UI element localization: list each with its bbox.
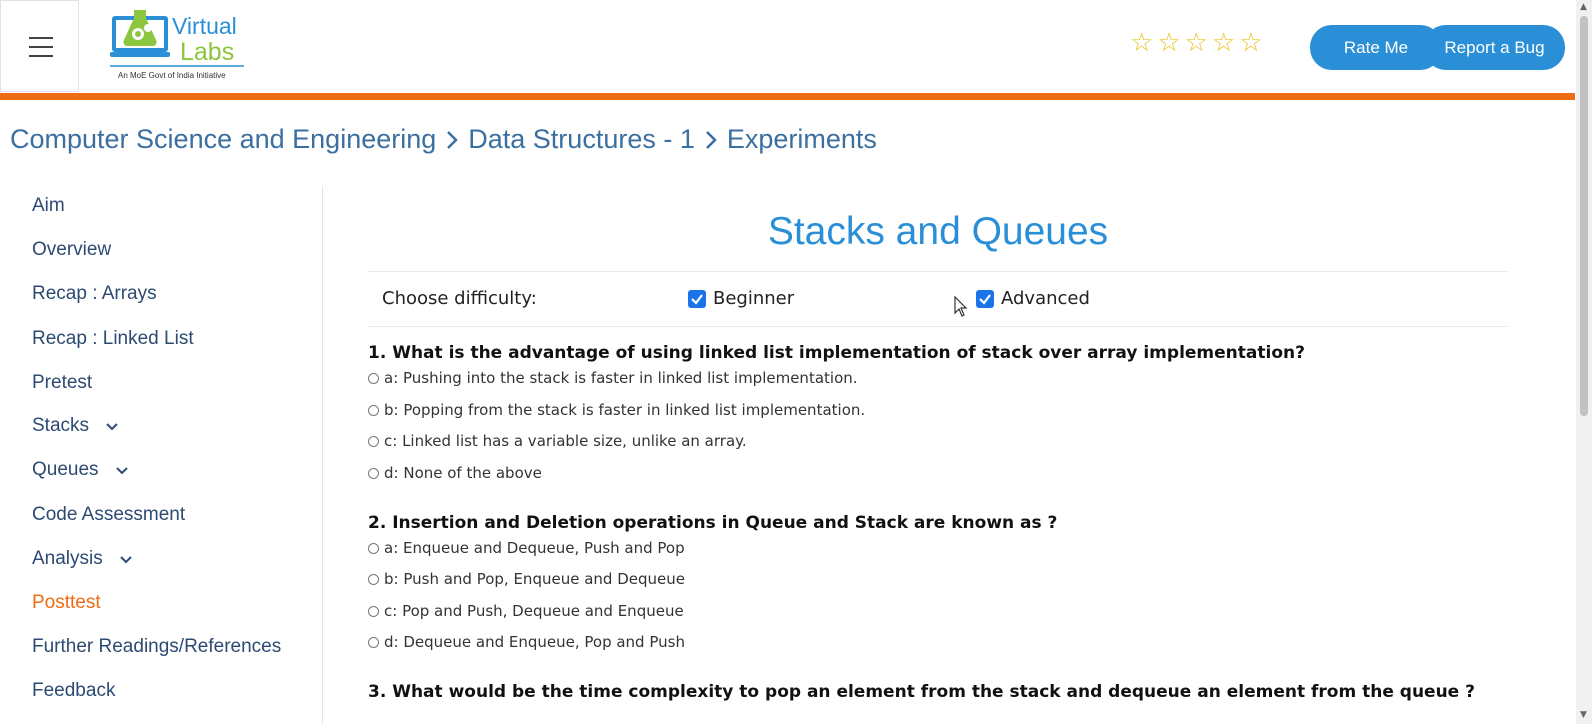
- star-icon[interactable]: ☆: [1239, 30, 1262, 56]
- radio-button[interactable]: [368, 636, 379, 648]
- virtual-labs-logo[interactable]: Virtual Labs An MoE Govt of India Initia…: [110, 6, 250, 86]
- breadcrumb-department[interactable]: Computer Science and Engineering: [10, 124, 436, 155]
- beginner-checkbox[interactable]: [688, 290, 706, 308]
- radio-button[interactable]: [368, 542, 379, 554]
- sidebar-item-further-readings[interactable]: Further Readings/References: [32, 636, 281, 658]
- star-icon[interactable]: ☆: [1157, 30, 1180, 56]
- sidebar-item-label: Code Assessment: [32, 504, 186, 525]
- chevron-right-icon: [705, 130, 717, 150]
- radio-button[interactable]: [368, 605, 379, 617]
- header: Virtual Labs An MoE Govt of India Initia…: [0, 0, 1575, 92]
- option-label: b: Popping from the stack is faster in l…: [384, 401, 866, 419]
- question-2-option-a[interactable]: a: Enqueue and Dequeue, Push and Pop: [368, 539, 685, 557]
- menu-icon-bar: [29, 46, 53, 48]
- question-1: 1. What is the advantage of using linked…: [368, 343, 1305, 363]
- question-3: 3. What would be the time complexity to …: [368, 682, 1475, 702]
- sidebar-item-label: Queues: [32, 459, 99, 480]
- scroll-up-icon[interactable]: ▲: [1580, 2, 1587, 12]
- sidebar-item-stacks[interactable]: Stacks: [32, 415, 119, 437]
- sidebar-item-label: Posttest: [32, 592, 101, 613]
- advanced-checkbox[interactable]: [976, 290, 994, 308]
- logo-text-virtual: Virtual: [172, 13, 237, 39]
- report-bug-button[interactable]: Report a Bug: [1424, 25, 1565, 70]
- option-label: d: Dequeue and Enqueue, Pop and Push: [384, 633, 685, 651]
- option-label: c: Linked list has a variable size, unli…: [384, 432, 747, 450]
- advanced-label[interactable]: Advanced: [1001, 288, 1090, 309]
- sidebar-item-pretest[interactable]: Pretest: [32, 372, 92, 394]
- question-1-option-c[interactable]: c: Linked list has a variable size, unli…: [368, 432, 747, 450]
- sidebar-item-aim[interactable]: Aim: [32, 195, 65, 217]
- question-1-option-d[interactable]: d: None of the above: [368, 464, 542, 482]
- beginner-label[interactable]: Beginner: [713, 288, 794, 309]
- chevron-down-icon[interactable]: [119, 548, 133, 570]
- hamburger-menu-button[interactable]: [0, 0, 79, 92]
- sidebar-item-label: Pretest: [32, 372, 93, 393]
- sidebar-item-recap-arrays[interactable]: Recap : Arrays: [32, 283, 157, 305]
- option-label: a: Pushing into the stack is faster in l…: [384, 369, 858, 387]
- logo-text-labs: Labs: [180, 38, 234, 66]
- option-label: d: None of the above: [384, 464, 542, 482]
- star-icon[interactable]: ☆: [1212, 30, 1235, 56]
- logo-icon: Virtual Labs An MoE Govt of India Initia…: [110, 10, 244, 80]
- radio-button[interactable]: [368, 467, 379, 479]
- page-title: Stacks and Queues: [767, 210, 1109, 253]
- radio-button[interactable]: [368, 404, 379, 416]
- sidebar-item-recap-linked-list[interactable]: Recap : Linked List: [32, 328, 194, 350]
- radio-button[interactable]: [368, 573, 379, 585]
- option-label: a: Enqueue and Dequeue, Push and Pop: [384, 539, 685, 557]
- sidebar-item-label: Further Readings/References: [32, 636, 282, 657]
- sidebar-item-label: Stacks: [32, 415, 90, 436]
- logo-tagline: An MoE Govt of India Initiative: [118, 71, 226, 80]
- question-2: 2. Insertion and Deletion operations in …: [368, 513, 1058, 533]
- radio-button[interactable]: [368, 435, 379, 447]
- difficulty-selector: Choose difficulty: Beginner Advanced: [368, 271, 1508, 327]
- sidebar-item-analysis[interactable]: Analysis: [32, 548, 133, 570]
- option-label: c: Pop and Push, Dequeue and Enqueue: [384, 602, 684, 620]
- scrollbar-thumb[interactable]: [1580, 16, 1588, 416]
- chevron-right-icon: [446, 130, 459, 150]
- chevron-down-icon[interactable]: [105, 415, 119, 437]
- sidebar-item-overview[interactable]: Overview: [32, 239, 111, 261]
- question-1-option-b[interactable]: b: Popping from the stack is faster in l…: [368, 401, 865, 419]
- chevron-down-icon[interactable]: [115, 459, 129, 481]
- scroll-down-icon[interactable]: ▼: [1580, 710, 1587, 720]
- question-2-option-c[interactable]: c: Pop and Push, Dequeue and Enqueue: [368, 602, 684, 620]
- sidebar: Aim Overview Recap : Arrays Recap : Link…: [0, 186, 323, 724]
- menu-icon-bar: [29, 37, 53, 39]
- sidebar-item-feedback[interactable]: Feedback: [32, 680, 115, 702]
- sidebar-item-label: Overview: [32, 239, 112, 260]
- radio-button[interactable]: [368, 372, 379, 384]
- page-scrollbar[interactable]: ▲ ▼: [1576, 0, 1592, 724]
- difficulty-label: Choose difficulty:: [382, 288, 537, 309]
- breadcrumb-experiments[interactable]: Experiments: [727, 124, 877, 155]
- rate-me-button[interactable]: Rate Me: [1310, 25, 1442, 70]
- option-label: b: Push and Pop, Enqueue and Dequeue: [384, 570, 685, 588]
- sidebar-item-label: Analysis: [32, 548, 103, 569]
- mouse-cursor-icon: [954, 295, 968, 322]
- sidebar-item-label: Feedback: [32, 680, 116, 701]
- question-1-option-a[interactable]: a: Pushing into the stack is faster in l…: [368, 369, 858, 387]
- question-2-option-d[interactable]: d: Dequeue and Enqueue, Pop and Push: [368, 633, 685, 651]
- sidebar-item-label: Recap : Arrays: [32, 283, 157, 304]
- sidebar-item-queues[interactable]: Queues: [32, 459, 129, 481]
- sidebar-item-posttest[interactable]: Posttest: [32, 592, 101, 614]
- rating-stars: ☆ ☆ ☆ ☆ ☆: [1130, 30, 1263, 56]
- sidebar-item-label: Recap : Linked List: [32, 328, 194, 349]
- star-icon[interactable]: ☆: [1185, 30, 1208, 56]
- breadcrumb-lab[interactable]: Data Structures - 1: [468, 124, 695, 155]
- sidebar-item-label: Aim: [32, 195, 65, 216]
- sidebar-item-code-assessment[interactable]: Code Assessment: [32, 504, 185, 526]
- check-icon: [979, 294, 991, 305]
- header-divider: [0, 93, 1575, 100]
- breadcrumb: Computer Science and Engineering Data St…: [10, 124, 877, 155]
- question-2-option-b[interactable]: b: Push and Pop, Enqueue and Dequeue: [368, 570, 685, 588]
- star-icon[interactable]: ☆: [1130, 30, 1153, 56]
- check-icon: [691, 294, 703, 305]
- menu-icon-bar: [29, 55, 53, 57]
